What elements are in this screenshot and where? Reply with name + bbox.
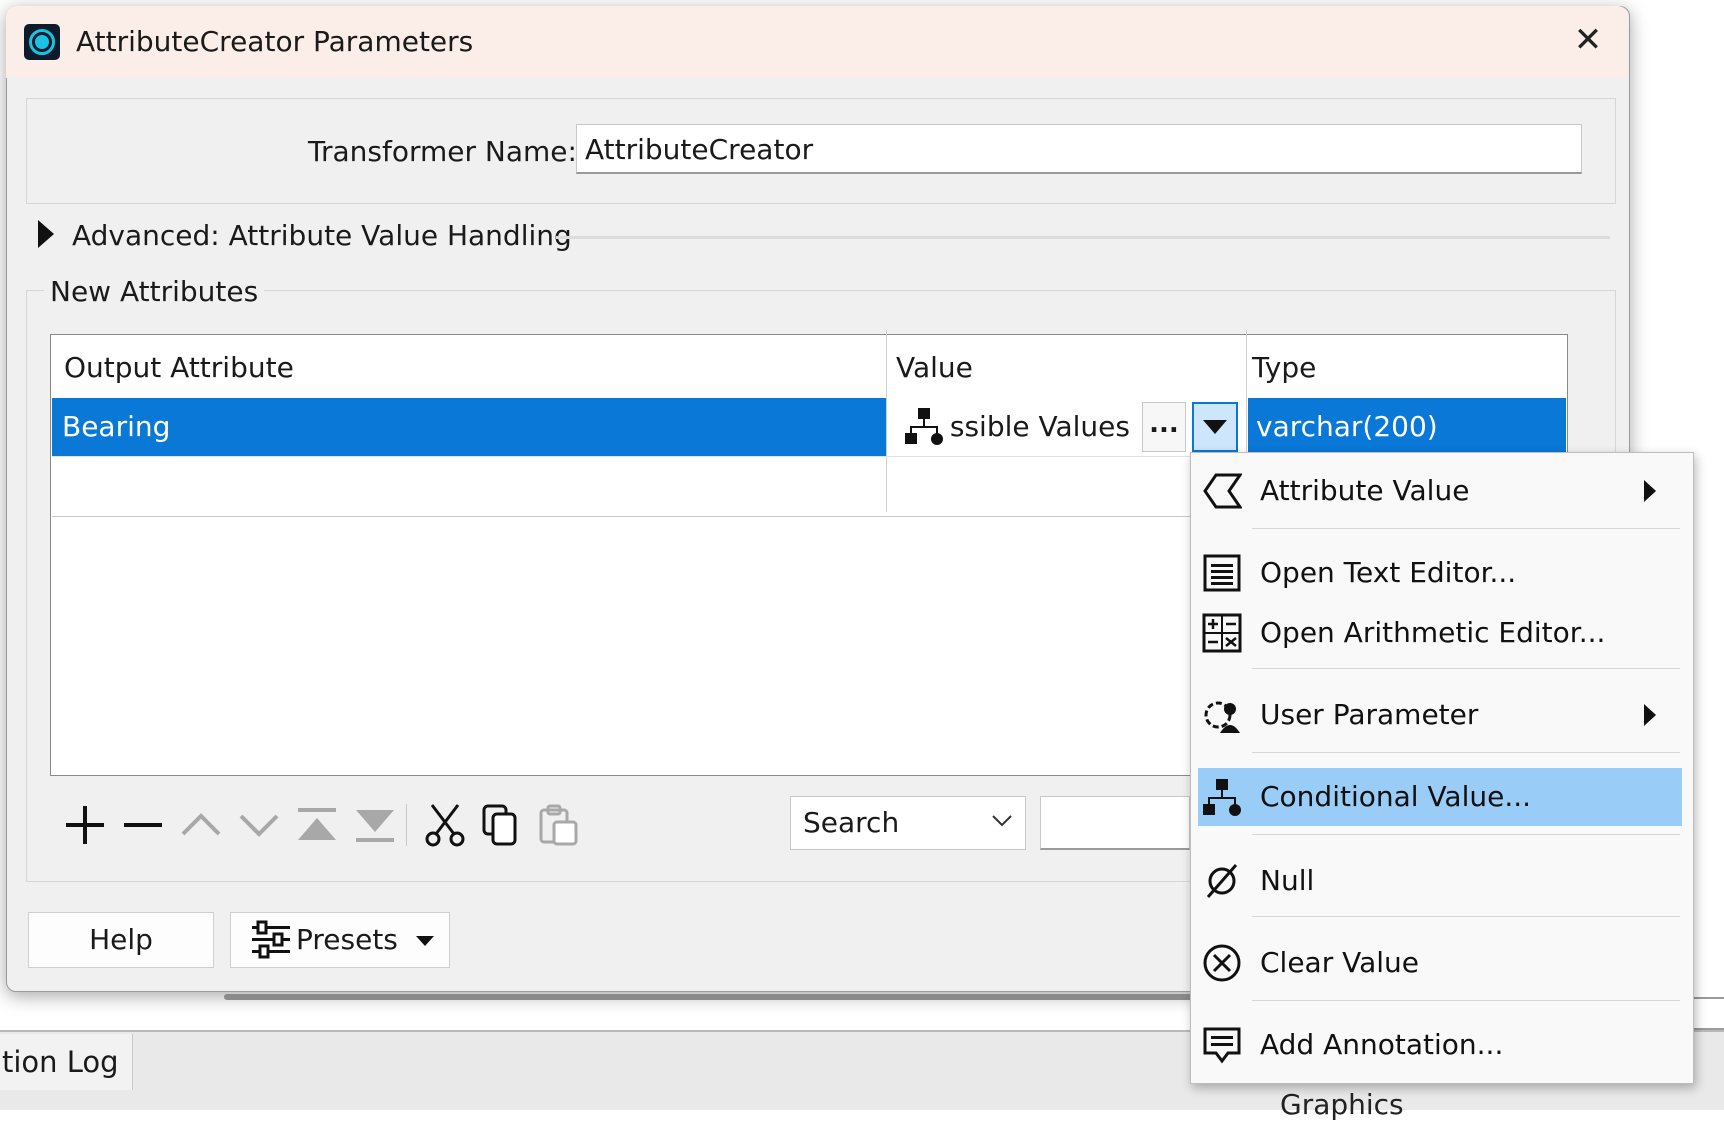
copy-icon[interactable]	[478, 802, 524, 848]
menu-item-label: Open Text Editor...	[1260, 556, 1517, 589]
fme-app-icon	[24, 24, 60, 60]
row-divider	[52, 516, 1190, 517]
translation-log-tab[interactable]: tion Log	[0, 1034, 133, 1090]
type-cell[interactable]: varchar(200)	[1256, 398, 1438, 456]
column-separator	[886, 330, 887, 512]
remove-icon[interactable]	[120, 802, 166, 848]
column-header-value[interactable]: Value	[896, 346, 973, 390]
move-down-icon[interactable]	[236, 802, 282, 848]
table-row-selected-cell[interactable]	[52, 398, 886, 456]
null-icon	[1206, 864, 1238, 898]
attribute-value-icon	[1203, 473, 1242, 509]
toolbar-separator	[406, 804, 407, 846]
transformer-name-label: Transformer Name:	[308, 135, 577, 168]
advanced-section-label[interactable]: Advanced: Attribute Value Handling	[72, 218, 572, 254]
menu-separator	[1252, 916, 1680, 917]
dropdown-arrow-icon	[1203, 420, 1227, 434]
menu-separator	[1252, 528, 1680, 529]
expand-triangle-icon[interactable]	[38, 220, 54, 248]
transformer-name-input[interactable]: AttributeCreator	[576, 124, 1582, 174]
menu-item-label: Clear Value	[1260, 946, 1420, 979]
help-button[interactable]: Help	[28, 912, 214, 968]
text-editor-icon	[1203, 554, 1241, 592]
background-partial-text: Graphics	[1280, 1088, 1404, 1121]
menu-item-label: Open Arithmetic Editor...	[1260, 616, 1606, 649]
arithmetic-editor-icon	[1202, 613, 1242, 653]
column-header-type[interactable]: Type	[1252, 346, 1316, 390]
value-dropdown-button[interactable]	[1192, 402, 1238, 452]
menu-item-attribute-value[interactable]: Attribute Value	[1198, 462, 1682, 520]
menu-item-conditional-value[interactable]: Conditional Value...	[1198, 768, 1682, 826]
presets-label: Presets	[296, 923, 398, 956]
move-bottom-icon[interactable]	[352, 802, 398, 848]
conditional-value-icon	[1203, 779, 1241, 816]
menu-separator	[1252, 668, 1680, 669]
menu-item-null[interactable]: Null	[1198, 852, 1682, 910]
output-attribute-cell[interactable]: Bearing	[62, 398, 170, 456]
menu-item-label: Attribute Value	[1260, 474, 1470, 507]
menu-separator	[1252, 752, 1680, 753]
submenu-arrow-icon	[1644, 704, 1656, 726]
column-separator	[1246, 330, 1247, 454]
menu-item-label: User Parameter	[1260, 698, 1479, 731]
section-divider	[556, 236, 1610, 239]
conditional-value-icon	[905, 408, 943, 445]
menu-separator	[1252, 834, 1680, 835]
submenu-arrow-icon	[1644, 480, 1656, 502]
menu-item-label: Add Annotation...	[1260, 1028, 1504, 1061]
menu-item-open-arithmetic-editor[interactable]: Open Arithmetic Editor...	[1198, 604, 1682, 662]
menu-item-user-parameter[interactable]: User Parameter	[1198, 686, 1682, 744]
value-cell[interactable]: Possible Values	[950, 398, 1130, 456]
ellipsis-button[interactable]: ...	[1142, 402, 1186, 452]
close-icon[interactable]: ✕	[1566, 18, 1610, 62]
menu-item-open-text-editor[interactable]: Open Text Editor...	[1198, 544, 1682, 602]
presets-dropdown-arrow-icon[interactable]	[416, 936, 434, 946]
chevron-down-icon	[992, 815, 1012, 827]
move-up-icon[interactable]	[178, 802, 224, 848]
menu-item-add-annotation[interactable]: Add Annotation...	[1198, 1016, 1682, 1074]
menu-separator	[1252, 1000, 1680, 1001]
clear-value-icon	[1203, 944, 1241, 982]
new-attributes-label: New Attributes	[44, 274, 265, 310]
menu-item-label: Conditional Value...	[1260, 780, 1532, 813]
move-top-icon[interactable]	[294, 802, 340, 848]
column-header-output-attribute[interactable]: Output Attribute	[64, 346, 294, 390]
add-icon[interactable]	[62, 802, 108, 848]
user-parameter-icon	[1204, 701, 1240, 733]
paste-icon[interactable]	[536, 802, 582, 848]
dialog-title: AttributeCreator Parameters	[76, 25, 474, 58]
sliders-icon	[252, 920, 290, 959]
annotation-icon	[1203, 1027, 1241, 1064]
menu-item-clear-value[interactable]: Clear Value	[1198, 934, 1682, 992]
search-input[interactable]	[1040, 796, 1190, 850]
cut-icon[interactable]	[422, 802, 468, 848]
menu-item-label: Null	[1260, 864, 1315, 897]
